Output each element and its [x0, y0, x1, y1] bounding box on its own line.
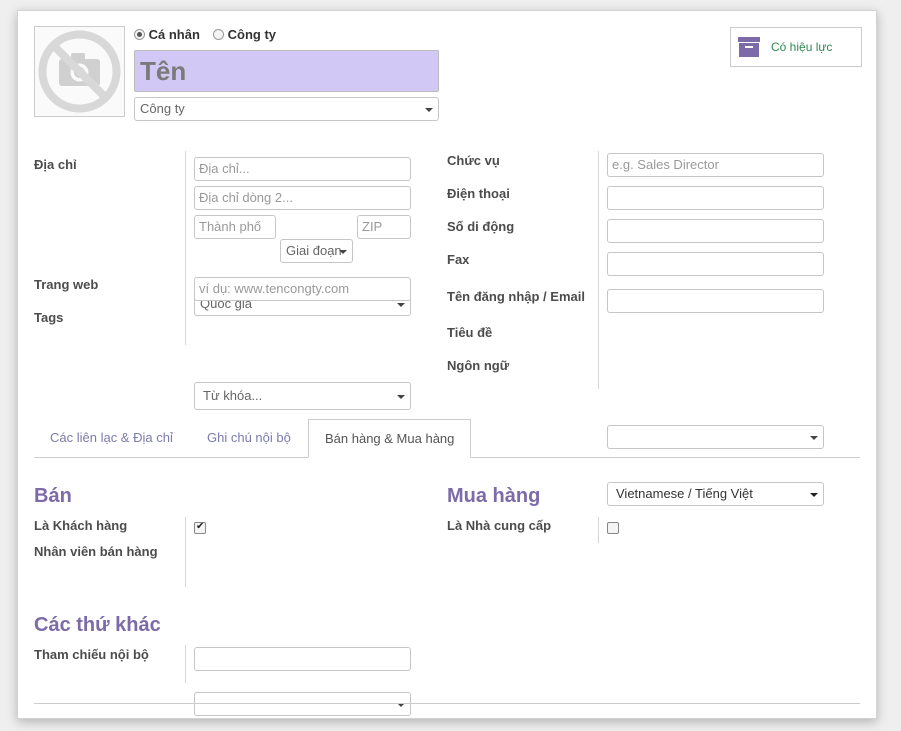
- type-radio-company[interactable]: Công ty: [213, 27, 276, 42]
- archive-label: Có hiệu lực: [771, 40, 833, 54]
- job-input[interactable]: e.g. Sales Director: [607, 153, 824, 177]
- chevron-down-icon: [339, 250, 347, 254]
- mobile-label: Số di động: [447, 219, 515, 234]
- sales-section-title: Bán: [34, 485, 72, 507]
- login-input[interactable]: [607, 289, 824, 313]
- customer-checkbox[interactable]: [194, 521, 206, 534]
- right-divider: [598, 151, 599, 389]
- state-select[interactable]: Giai đoạn: [280, 239, 353, 263]
- internal-ref-input[interactable]: [194, 647, 411, 671]
- phone-input[interactable]: [607, 186, 824, 210]
- purchase-divider: [598, 517, 599, 543]
- state-select-placeholder: Giai đoạn: [286, 243, 342, 258]
- salesperson-select[interactable]: [194, 692, 411, 716]
- tab-contacts-addresses[interactable]: Các liên lạc & Địa chỉ: [34, 419, 189, 458]
- phone-label: Điện thoại: [447, 186, 510, 201]
- tab-sales-purchases[interactable]: Bán hàng & Mua hàng: [308, 419, 472, 458]
- chevron-down-icon: [397, 395, 405, 399]
- title-select[interactable]: [607, 425, 824, 449]
- tab-internal-notes[interactable]: Ghi chú nội bộ: [191, 419, 307, 458]
- language-label: Ngôn ngữ: [447, 358, 510, 373]
- zip-input[interactable]: ZIP: [357, 215, 411, 239]
- tags-label: Tags: [34, 310, 64, 325]
- fax-input[interactable]: [607, 252, 824, 276]
- website-input[interactable]: ví dụ: www.tencongty.com: [194, 277, 411, 301]
- chevron-down-icon: [425, 108, 433, 112]
- company-select[interactable]: Công ty: [134, 97, 439, 121]
- website-label: Trang web: [34, 277, 99, 292]
- fax-label: Fax: [447, 252, 470, 267]
- purchase-section-title: Mua hàng: [447, 485, 541, 507]
- left-divider: [185, 151, 186, 345]
- radio-icon: [134, 29, 145, 40]
- mobile-input[interactable]: [607, 219, 824, 243]
- language-select[interactable]: Vietnamese / Tiếng Việt: [607, 482, 824, 506]
- internal-ref-label: Tham chiếu nội bộ: [34, 647, 149, 662]
- street-input[interactable]: Địa chỉ...: [194, 157, 411, 181]
- type-radio-individual[interactable]: Cá nhân: [134, 27, 200, 42]
- avatar-placeholder[interactable]: [34, 26, 125, 117]
- address-label: Địa chỉ: [34, 157, 77, 172]
- radio-label-individual: Cá nhân: [148, 27, 200, 42]
- tags-select-placeholder: Từ khóa...: [203, 388, 263, 403]
- sales-divider: [185, 517, 186, 587]
- form-sheet: Cá nhân Công ty Tên Công ty Có hiệu lực …: [17, 10, 877, 719]
- camera-icon: [38, 30, 121, 113]
- chevron-down-icon: [397, 303, 405, 307]
- archive-icon: [738, 37, 760, 57]
- misc-section-title: Các thứ khác: [34, 614, 161, 636]
- login-label: Tên đăng nhập / Email: [447, 289, 585, 304]
- salesperson-label: Nhân viên bán hàng: [34, 544, 158, 559]
- customer-label: Là Khách hàng: [34, 518, 128, 533]
- company-select-placeholder: Công ty: [140, 101, 185, 116]
- language-select-value: Vietnamese / Tiếng Việt: [616, 486, 753, 501]
- chevron-down-icon: [810, 493, 818, 497]
- radio-label-company: Công ty: [227, 27, 277, 42]
- street2-input[interactable]: Địa chỉ dòng 2...: [194, 186, 411, 210]
- city-input[interactable]: Thành phố: [194, 215, 276, 239]
- misc-divider: [185, 645, 186, 683]
- title-label: Tiêu đề: [447, 325, 493, 340]
- tags-select[interactable]: Từ khóa...: [194, 382, 411, 410]
- archive-button[interactable]: Có hiệu lực: [730, 27, 862, 67]
- name-input[interactable]: Tên: [134, 50, 439, 92]
- supplier-checkbox[interactable]: [607, 522, 619, 534]
- radio-icon: [213, 29, 224, 40]
- bottom-divider: [34, 703, 860, 704]
- supplier-label: Là Nhà cung cấp: [447, 518, 552, 533]
- chevron-down-icon: [810, 436, 818, 440]
- job-label: Chức vụ: [447, 153, 500, 168]
